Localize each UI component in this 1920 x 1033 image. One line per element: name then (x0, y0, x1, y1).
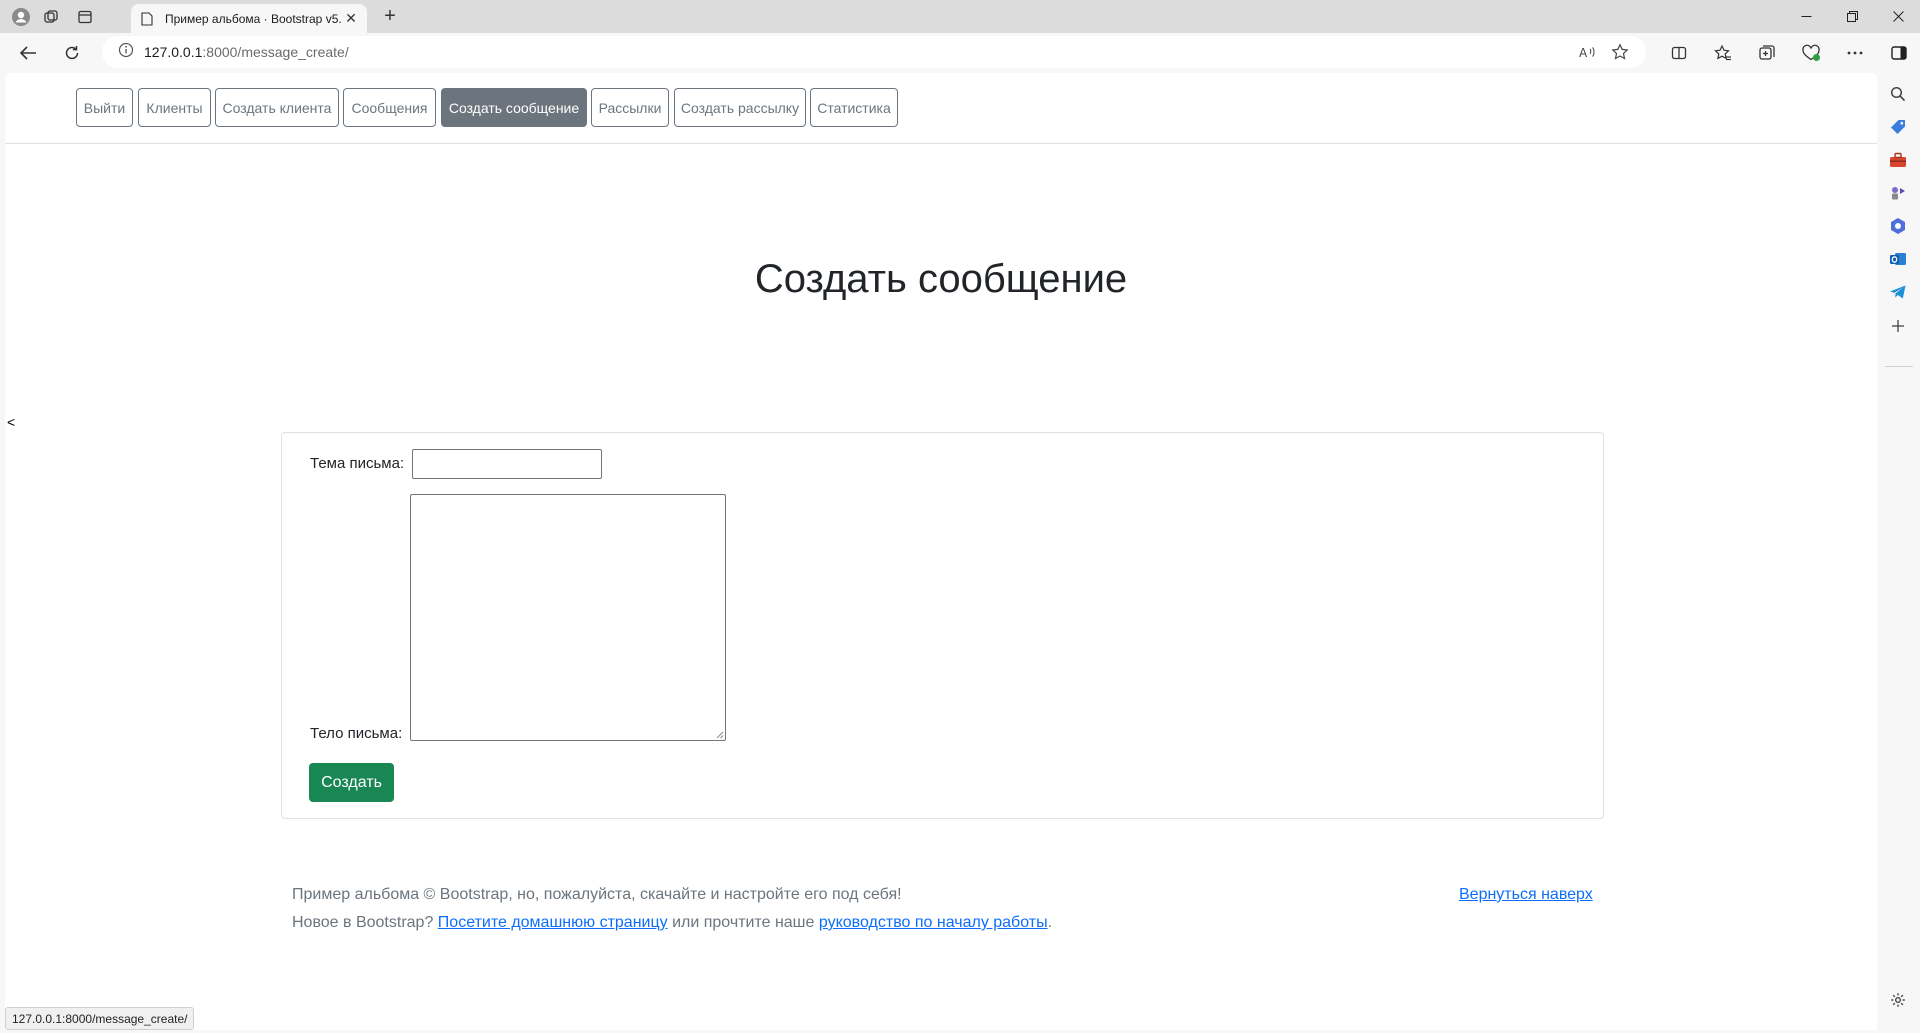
shopping-tag-icon[interactable] (1886, 115, 1910, 139)
sidebar-settings-gear-icon[interactable] (1886, 988, 1910, 1012)
footer-suffix: . (1047, 914, 1053, 931)
close-tab-icon[interactable]: ✕ (343, 10, 359, 27)
footer-middle: или прочтите наше (667, 914, 819, 931)
side-handle[interactable]: < (7, 414, 15, 430)
resize-grip-icon[interactable] (716, 731, 724, 739)
nav-messages-button[interactable]: Сообщения (343, 88, 436, 127)
tab-title: Пример альбома · Bootstrap v5. (165, 11, 342, 26)
restore-icon[interactable] (1829, 0, 1875, 33)
footer-line-1: Пример альбома © Bootstrap, но, пожалуйс… (292, 886, 902, 903)
body-textarea[interactable] (410, 494, 726, 741)
back-icon[interactable] (14, 39, 42, 67)
back-to-top-link[interactable]: Вернуться наверх (1459, 886, 1593, 904)
home-page-link[interactable]: Посетите домашнюю страницу (438, 914, 668, 931)
nav-clients-button[interactable]: Клиенты (138, 88, 211, 127)
nav-create-message-button[interactable]: Создать сообщение (441, 88, 587, 127)
tab-active[interactable]: Пример альбома · Bootstrap v5. ✕ (131, 4, 367, 33)
footer-prefix: Новое в Bootstrap? (292, 914, 438, 931)
read-aloud-icon[interactable]: A (1576, 40, 1600, 64)
page-title: Создать сообщение (754, 257, 1128, 301)
nav-create-mailing-button[interactable]: Создать рассылку (674, 88, 806, 127)
games-icon[interactable] (1886, 181, 1910, 205)
message-form-card: Тема письма: Тело письма: Создать (281, 432, 1604, 819)
nav-stats-button[interactable]: Статистика (810, 88, 898, 127)
tab-strip: Пример альбома · Bootstrap v5. ✕ + (0, 0, 1920, 33)
outlook-icon[interactable] (1886, 247, 1910, 271)
address-toolbar: 127.0.0.1:8000/message_create/ A (0, 33, 1920, 73)
url-text: 127.0.0.1:8000/message_create/ (144, 44, 349, 60)
subject-input[interactable] (412, 449, 602, 479)
collections-icon[interactable] (1753, 39, 1781, 67)
profile-icon[interactable] (10, 6, 32, 28)
sidebar-toggle-icon[interactable] (1885, 39, 1913, 67)
svg-text:A: A (1579, 46, 1588, 59)
more-menu-icon[interactable] (1841, 39, 1869, 67)
page-icon (139, 11, 155, 27)
edge-sidebar (1877, 73, 1920, 1033)
footer-line-2: Новое в Bootstrap? Посетите домашнюю стр… (292, 914, 1052, 932)
page-viewport: Выйти Клиенты Создать клиента Сообщения … (5, 73, 1877, 1030)
nav-logout-button[interactable]: Выйти (76, 88, 133, 127)
browser-window: Пример альбома · Bootstrap v5. ✕ + 127.0… (0, 0, 1920, 1033)
new-tab-button[interactable]: + (378, 5, 402, 29)
copilot-icon[interactable] (1886, 214, 1910, 238)
getting-started-link[interactable]: руководство по началу работы (819, 914, 1048, 931)
refresh-icon[interactable] (58, 39, 86, 67)
tools-icon[interactable] (1886, 148, 1910, 172)
browser-essentials-icon[interactable] (1797, 39, 1825, 67)
close-window-icon[interactable] (1875, 0, 1920, 33)
minimize-icon[interactable] (1783, 0, 1829, 33)
address-bar[interactable]: 127.0.0.1:8000/message_create/ A (102, 36, 1646, 68)
url-path: :8000/message_create/ (202, 44, 349, 60)
favorites-icon[interactable] (1709, 39, 1737, 67)
site-info-icon[interactable] (118, 42, 134, 63)
nav-mailings-button[interactable]: Рассылки (591, 88, 669, 127)
sidebar-divider (1885, 366, 1913, 367)
add-sidebar-app-icon[interactable] (1886, 314, 1910, 338)
tab-actions-icon[interactable] (74, 6, 96, 28)
favorite-star-icon[interactable] (1608, 40, 1632, 64)
split-screen-icon[interactable] (1665, 39, 1693, 67)
status-url-bar: 127.0.0.1:8000/message_create/ (5, 1007, 195, 1030)
nav-create-client-button[interactable]: Создать клиента (215, 88, 339, 127)
telegram-icon[interactable] (1886, 280, 1910, 304)
workspaces-icon[interactable] (40, 6, 62, 28)
create-submit-button[interactable]: Создать (309, 763, 394, 802)
search-icon[interactable] (1886, 82, 1910, 106)
body-label: Тело письма: (310, 725, 403, 742)
url-host: 127.0.0.1 (144, 44, 203, 60)
subject-label: Тема письма: (310, 455, 405, 472)
top-nav: Выйти Клиенты Создать клиента Сообщения … (5, 73, 1877, 144)
